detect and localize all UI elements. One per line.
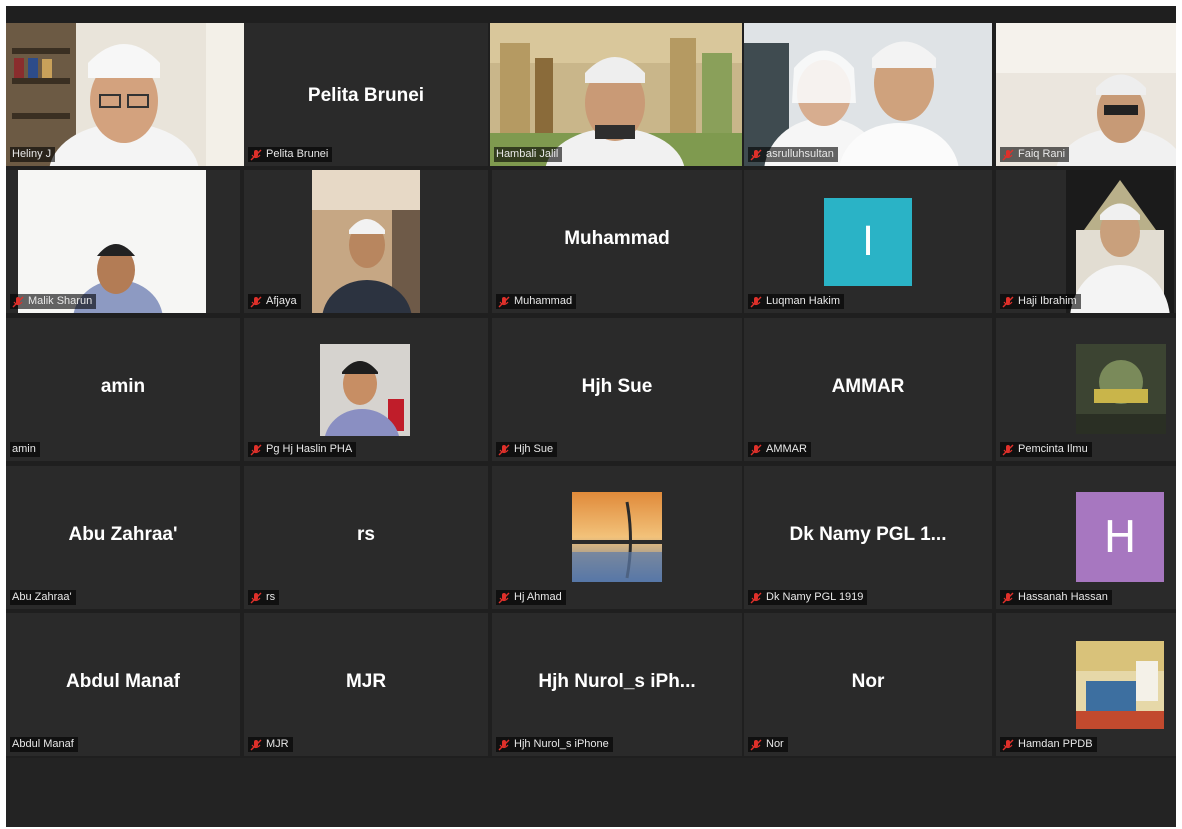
participant-tile-23[interactable]: Hjh Nurol_s iPh... Hjh Nurol_s iPhone [492,613,742,756]
muted-mic-icon [498,592,510,603]
muted-mic-icon [250,444,262,455]
participant-name-label: MJR [248,737,293,752]
participant-tile-22[interactable]: MJR MJR [244,613,488,756]
participant-display-name: Dk Namy PGL 1... [789,524,947,545]
participant-name-label: Haji Ibrahim [1000,294,1081,309]
participant-video [1066,170,1174,313]
participant-name-label: asrulluhsultan [748,147,838,162]
participant-name-label: Hambali Jalil [494,147,563,162]
muted-mic-icon [1002,296,1014,307]
participant-name-label: Hassanah Hassan [1000,590,1112,605]
muted-mic-icon [250,739,262,750]
participant-tile-2[interactable]: Pelita Brunei Pelita Brunei [244,23,488,166]
muted-mic-icon [750,739,762,750]
participant-tile-8[interactable]: Muhammad Muhammad [492,170,742,313]
participant-video [744,23,992,166]
participant-display-name: Nor [851,671,885,692]
participant-photo [572,492,662,582]
participant-name-label: amin [10,442,40,457]
participant-display-name: AMMAR [831,376,905,397]
participant-tile-15[interactable]: Pemcinta Ilmu [996,318,1176,461]
participant-name-label: Pelita Brunei [248,147,333,162]
participant-tile-6[interactable]: Malik Sharun [6,170,240,313]
participant-tile-11[interactable]: amin amin [6,318,240,461]
participant-tile-24[interactable]: Nor Nor [744,613,992,756]
participant-name-label: Heliny J [10,147,56,162]
muted-mic-icon [498,739,510,750]
participant-video [490,23,742,166]
participant-video [18,170,206,313]
participant-tile-13[interactable]: Hjh Sue Hjh Sue [492,318,742,461]
participant-photo [1076,344,1166,434]
participant-name-label: Pemcinta Ilmu [1000,442,1092,457]
muted-mic-icon [498,444,510,455]
muted-mic-icon [1002,149,1014,160]
participant-name-label: Abdul Manaf [10,737,78,752]
participant-name-label: Nor [748,737,788,752]
participant-tile-14[interactable]: AMMAR AMMAR [744,318,992,461]
participant-display-name: Abu Zahraa' [68,524,178,545]
meeting-gallery-view: Heliny J Pelita Brunei Pelita Brunei Ham… [6,6,1176,827]
participant-tile-1[interactable]: Heliny J [6,23,252,166]
participant-video [312,170,420,313]
participant-name-label: Hjh Nurol_s iPhone [496,737,613,752]
participant-name-label: AMMAR [748,442,811,457]
participant-name-label: Afjaya [248,294,301,309]
participant-display-name: rs [357,524,375,545]
muted-mic-icon [750,149,762,160]
muted-mic-icon [12,296,24,307]
participant-video [6,23,252,166]
participant-tile-21[interactable]: Abdul Manaf Abdul Manaf [6,613,240,756]
participant-tile-10[interactable]: Haji Ibrahim [996,170,1176,313]
participant-tile-19[interactable]: Dk Namy PGL 1... Dk Namy PGL 1919 [744,466,992,609]
avatar: I [824,198,912,286]
muted-mic-icon [1002,739,1014,750]
participant-name-label: Pg Hj Haslin PHA [248,442,357,457]
participant-tile-7[interactable]: Afjaya [244,170,488,313]
participant-tile-4[interactable]: asrulluhsultan [744,23,992,166]
participant-tile-25[interactable]: Hamdan PPDB [996,613,1176,756]
muted-mic-icon [250,149,262,160]
participant-tile-18[interactable]: Hj Ahmad [492,466,742,609]
muted-mic-icon [498,296,510,307]
muted-mic-icon [1002,444,1014,455]
participant-name-label: Malik Sharun [10,294,97,309]
muted-mic-icon [750,592,762,603]
participant-tile-20[interactable]: H Hassanah Hassan [996,466,1176,609]
participant-display-name: Hjh Sue [581,376,653,397]
bottom-bar [6,758,1176,827]
participant-name-label: Hamdan PPDB [1000,737,1097,752]
muted-mic-icon [250,296,262,307]
muted-mic-icon [1002,592,1014,603]
participant-tile-16[interactable]: Abu Zahraa' Abu Zahraa' [6,466,240,609]
participant-display-name: Abdul Manaf [66,671,180,692]
avatar: H [1076,492,1164,582]
muted-mic-icon [750,296,762,307]
participant-name-label: Hj Ahmad [496,590,566,605]
participant-video [996,23,1176,166]
participant-name-label: Hjh Sue [496,442,558,457]
participant-name-label: Abu Zahraa' [10,590,76,605]
participant-display-name: Muhammad [564,228,670,249]
participant-display-name: amin [100,376,146,397]
participant-tile-17[interactable]: rs rs [244,466,488,609]
participant-tile-3[interactable]: Hambali Jalil [490,23,742,166]
participant-name-label: Muhammad [496,294,577,309]
participant-name-label: Faiq Rani [1000,147,1070,162]
participant-display-name: Hjh Nurol_s iPh... [538,671,696,692]
participant-name-label: rs [248,590,280,605]
participant-display-name: Pelita Brunei [307,85,425,106]
participant-name-label: Dk Namy PGL 1919 [748,590,868,605]
participant-display-name: MJR [345,671,387,692]
muted-mic-icon [750,444,762,455]
participant-tile-5[interactable]: Faiq Rani [996,23,1176,166]
participant-tile-12[interactable]: Pg Hj Haslin PHA [244,318,488,461]
participant-photo [320,344,410,436]
participant-photo [1076,641,1164,729]
participant-name-label: Luqman Hakim [748,294,844,309]
muted-mic-icon [250,592,262,603]
participant-tile-9[interactable]: I Luqman Hakim [744,170,992,313]
